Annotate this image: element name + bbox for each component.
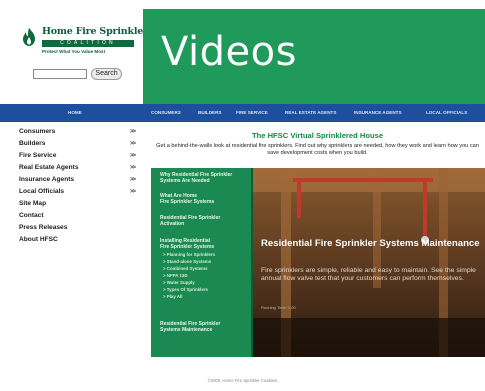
sidebar-item-label: Local Officials [19, 188, 65, 195]
logo[interactable]: Home Fire Sprinkler COALITION Protect Wh… [18, 26, 148, 60]
chapter-menu: Why Residential Fire Sprinkler Systems A… [151, 168, 253, 357]
double-chevron-icon: >> [130, 165, 136, 171]
sidebar-item-local-officials[interactable]: Local Officials >> [19, 187, 149, 197]
sidebar-item-label: Press Releases [19, 224, 68, 231]
video-heading: Residential Fire Sprinkler Systems Maint… [261, 238, 480, 249]
video-meta: Running Time: 1:00 [261, 305, 296, 310]
logo-coalition: COALITION [42, 40, 134, 47]
search-input[interactable] [33, 69, 87, 79]
chapter-label: Fire Sprinkler Systems [160, 199, 215, 206]
double-chevron-icon: >> [130, 177, 136, 183]
subchapter-stand-alone[interactable]: > Stand-alone Systems [163, 259, 211, 265]
footer-copyright: ©2008, Home Fire Sprinkler Coalition [207, 378, 278, 383]
nav-insurance-agents[interactable]: INSURANCE AGENTS [354, 104, 402, 122]
subchapter-planning[interactable]: > Planning for Sprinklers [163, 252, 215, 258]
chapter-why-needed[interactable]: Why Residential Fire Sprinkler Systems A… [160, 172, 250, 184]
nav-consumers[interactable]: CONSUMERS [151, 104, 181, 122]
nav-builders[interactable]: BUILDERS [198, 104, 221, 122]
flame-icon [23, 28, 35, 46]
chapter-label: Systems Are Needed [160, 178, 210, 185]
logo-area: Home Fire Sprinkler COALITION Protect Wh… [0, 0, 148, 104]
subchapter-nfpa[interactable]: > NFPA 13D [163, 273, 188, 279]
sidebar-item-label: Consumers [19, 128, 56, 135]
nav-real-estate-agents[interactable]: REAL ESTATE AGENTS [285, 104, 336, 122]
section-intro: Get a behind-the-walls look at residenti… [156, 143, 479, 156]
subchapter-combined[interactable]: > Combined Systems [163, 266, 208, 272]
chapter-maintenance[interactable]: Residential Fire Sprinkler Systems Maint… [160, 321, 250, 333]
video-player[interactable]: Residential Fire Sprinkler Systems Maint… [253, 168, 485, 357]
nav-local-officials[interactable]: LOCAL OFFICIALS [426, 104, 467, 122]
nav-home[interactable]: HOME [68, 104, 82, 122]
subchapter-types[interactable]: > Types Of Sprinklers [163, 287, 208, 293]
sidebar-item-contact[interactable]: Contact [19, 211, 149, 221]
sidebar-item-label: Fire Service [19, 152, 57, 159]
sidebar-item-builders[interactable]: Builders >> [19, 139, 149, 149]
video-frame-image [253, 168, 485, 357]
sidebar-item-label: About HFSC [19, 236, 58, 243]
logo-tagline: Protect What You Value Most [42, 49, 106, 54]
double-chevron-icon: >> [130, 189, 136, 195]
logo-title: Home Fire Sprinkler [42, 26, 148, 37]
chapter-label: Systems Maintenance [160, 327, 213, 334]
sidebar-item-label: Site Map [19, 200, 47, 207]
sidebar-item-real-estate-agents[interactable]: Real Estate Agents >> [19, 163, 149, 173]
nav-fire-service[interactable]: FIRE SERVICE [236, 104, 268, 122]
sidebar-item-press-releases[interactable]: Press Releases [19, 223, 149, 233]
search-button[interactable]: Search [91, 68, 122, 80]
sidebar-item-site-map[interactable]: Site Map [19, 199, 149, 209]
video-description: Fire sprinklers are simple, reliable and… [261, 267, 476, 282]
header-banner: Videos [143, 9, 485, 104]
chapter-label: Activation [160, 221, 185, 228]
page-title: Videos [161, 29, 297, 75]
subchapter-play-all[interactable]: > Play All [163, 294, 182, 300]
subchapter-water-supply[interactable]: > Water Supply [163, 280, 195, 286]
sidebar-item-about-hfsc[interactable]: About HFSC [19, 235, 149, 245]
sidebar-item-label: Builders [19, 140, 46, 147]
sidebar-item-fire-service[interactable]: Fire Service >> [19, 151, 149, 161]
sidebar-item-consumers[interactable]: Consumers >> [19, 127, 149, 137]
double-chevron-icon: >> [130, 153, 136, 159]
sidebar-item-label: Real Estate Agents [19, 164, 79, 171]
chapter-what-are[interactable]: What Are Home Fire Sprinkler Systems [160, 193, 250, 205]
double-chevron-icon: >> [130, 129, 136, 135]
sidebar-item-insurance-agents[interactable]: Insurance Agents >> [19, 175, 149, 185]
sidebar-item-label: Contact [19, 212, 44, 219]
top-nav: HOME CONSUMERS BUILDERS FIRE SERVICE REA… [0, 104, 485, 122]
chapter-installing[interactable]: Installing Residential Fire Sprinkler Sy… [160, 238, 250, 250]
sidebar-item-label: Insurance Agents [19, 176, 75, 183]
section-title: The HFSC Virtual Sprinklered House [251, 131, 384, 140]
chapter-label: Fire Sprinkler Systems [160, 244, 215, 251]
chapter-activation[interactable]: Residential Fire Sprinkler Activation [160, 215, 250, 227]
double-chevron-icon: >> [130, 141, 136, 147]
